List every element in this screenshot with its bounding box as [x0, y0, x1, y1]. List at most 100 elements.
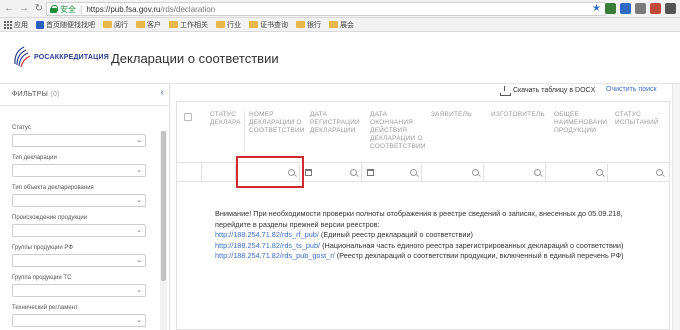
filter-declaration-type-select[interactable]: ⌄ [12, 164, 146, 177]
page-scrollbar[interactable] [672, 84, 680, 330]
menu-icon[interactable] [665, 3, 676, 14]
folder-icon [249, 21, 258, 28]
search-icon [656, 169, 663, 176]
filter-status-select[interactable]: ⌄ [12, 134, 146, 147]
apps-icon [4, 20, 12, 29]
download-icon [500, 86, 511, 96]
chevron-down-icon: ⌄ [136, 197, 142, 204]
back-icon[interactable]: ← [3, 3, 15, 15]
favicon-icon [36, 20, 44, 29]
bookmark-folder[interactable]: 阅行 [103, 20, 128, 30]
filter-product-groups-rf-select[interactable]: ⌄ [12, 254, 146, 267]
address-bar[interactable]: 安全 | https://pub.fsa.gov.ru/rds/declarat… [46, 2, 606, 16]
registry-link-rf[interactable]: http://188.254.71.82/rds_rf_pub/ [215, 230, 319, 239]
extension-icon[interactable] [620, 3, 631, 14]
filter-product-origin-select[interactable]: ⌄ [12, 224, 146, 237]
registry-link-ts[interactable]: http://188.254.71.82/rds_ts_pub/ [215, 241, 320, 250]
chevron-down-icon: ⌄ [136, 227, 142, 234]
site-header: РОСАККРЕДИТАЦИЯ Декларации о соответстви… [0, 32, 680, 84]
registry-link-row: http://188.254.71.82/rds_ts_pub/ (Национ… [215, 240, 624, 250]
url-host: https://pub.fsa.gov.ru [86, 4, 161, 14]
bookmarks-bar: 应用 首页随便找找吧 阅行 客户 工作相关 行业 证书查询 银行 展会 [0, 18, 680, 32]
registry-link-gost[interactable]: http://188.254.71.82/rds_pub_gost_r/ [215, 251, 335, 260]
table-header: СТАТУС ДЕКЛАРА НОМЕР ДЕКЛАРАЦИИ О СООТВЕ… [177, 102, 669, 163]
folder-icon [169, 21, 178, 28]
folder-icon [136, 21, 145, 28]
page-title: Декларации о соответствии [111, 51, 279, 66]
scrollbar-thumb[interactable] [161, 131, 166, 281]
calendar-icon[interactable] [305, 169, 312, 176]
filter-product-origin: Происхождение продукции ⌄ [12, 215, 146, 237]
folder-icon [329, 21, 338, 28]
filters-sidebar: ФИЛЬТРЫ (0) ‹ Статус ⌄ Тип декларации ⌄ … [0, 84, 170, 330]
bookmark-folder[interactable]: 展会 [329, 20, 354, 30]
status-search-cell[interactable] [202, 164, 236, 182]
product-name-search-input[interactable] [546, 164, 608, 182]
extension-icons [605, 3, 676, 14]
filter-object-type-select[interactable]: ⌄ [12, 194, 146, 207]
extension-icon[interactable] [605, 3, 616, 14]
extension-icon[interactable] [635, 3, 646, 14]
column-test-status[interactable]: СТАТУС ИСПЫТАНИЙ [615, 111, 665, 127]
bookmark-apps[interactable]: 应用 [4, 20, 28, 30]
manufacturer-search-input[interactable] [484, 164, 546, 182]
select-all-checkbox[interactable] [184, 113, 192, 121]
reload-icon[interactable]: ↻ [33, 3, 45, 15]
chevron-left-icon[interactable]: ‹ [161, 87, 164, 98]
lock-icon [50, 5, 58, 13]
filter-product-groups-rf: Группы продукции РФ ⌄ [12, 245, 146, 267]
column-applicant[interactable]: ЗАЯВИТЕЛЬ [431, 111, 487, 119]
filter-tech-regulation: Технический регламент ⌄ [12, 305, 146, 327]
sidebar-scrollbar[interactable] [160, 131, 167, 330]
bookmark-folder[interactable]: 银行 [296, 20, 321, 30]
column-manufacturer[interactable]: ИЗГОТОВИТЕЛЬ [491, 111, 551, 119]
rosakkreditatsiya-logo[interactable]: РОСАККРЕДИТАЦИЯ [12, 44, 109, 72]
bookmark-folder[interactable]: 工作相关 [169, 20, 208, 30]
extension-icon[interactable] [650, 3, 661, 14]
logo-text: РОСАККРЕДИТАЦИЯ [34, 54, 109, 61]
filter-tech-regulation-select[interactable]: ⌄ [12, 314, 146, 327]
search-icon [410, 169, 417, 176]
bookmark-star-icon[interactable]: ★ [592, 3, 601, 15]
notice-line: перейдите в разделы прежней версии реест… [215, 219, 380, 229]
filter-status: Статус ⌄ [12, 125, 146, 147]
reg-date-search-input[interactable] [300, 164, 362, 182]
column-end-date[interactable]: ДАТА ОКОНЧАНИЯ ДЕЙСТВИЯ ДЕКЛАРАЦИИ О СОО… [370, 111, 426, 151]
bookmark-folder[interactable]: 客户 [136, 20, 161, 30]
browser-toolbar: ← → ↻ 安全 | https://pub.fsa.gov.ru/rds/de… [0, 0, 680, 18]
download-docx-button[interactable]: Скачать таблицу в DOCX [500, 86, 595, 96]
filter-object-type: Тип объекта декларирования ⌄ [12, 185, 146, 207]
applicant-search-input[interactable] [422, 164, 484, 182]
registry-link-row: http://188.254.71.82/rds_pub_gost_r/ (Ре… [215, 251, 624, 260]
filter-declaration-type: Тип декларации ⌄ [12, 155, 146, 177]
bookmark-item[interactable]: 首页随便找找吧 [36, 20, 95, 30]
bookmark-folder[interactable]: 证书查询 [249, 20, 288, 30]
highlight-box [236, 156, 304, 188]
folder-icon [296, 21, 305, 28]
bookmark-folder[interactable]: 行业 [216, 20, 241, 30]
clear-search-link[interactable]: Очистить поиск [606, 86, 657, 93]
chevron-down-icon: ⌄ [136, 137, 142, 144]
divider [0, 105, 169, 106]
column-status[interactable]: СТАТУС ДЕКЛАРА [210, 111, 246, 127]
test-status-search-input[interactable] [608, 164, 669, 182]
search-icon [596, 169, 603, 176]
chevron-down-icon: ⌄ [136, 167, 142, 174]
url-path: /rds/declaration [160, 4, 216, 14]
folder-icon [103, 21, 112, 28]
filters-heading: ФИЛЬТРЫ (0) [12, 91, 60, 98]
folder-icon [216, 21, 225, 28]
forward-icon[interactable]: → [18, 3, 30, 15]
column-number[interactable]: НОМЕР ДЕКЛАРАЦИИ О СООТВЕТСТВИИ [249, 111, 307, 135]
calendar-icon[interactable] [367, 169, 374, 176]
end-date-search-input[interactable] [362, 164, 422, 182]
column-product-name[interactable]: ОБЩЕЕ НАИМЕНОВАНИ ПРОДУКЦИИ [554, 111, 610, 135]
filters-count: (0) [50, 91, 60, 98]
secure-label: 安全 [60, 4, 76, 14]
column-reg-date[interactable]: ДАТА РЕГИСТРАЦИИ ДЕКЛАРАЦИИ [310, 111, 362, 135]
registry-link-row: http://188.254.71.82/rds_rf_pub/ (Единый… [215, 230, 473, 239]
filter-product-group-ts: Группа продукции ТС ⌄ [12, 275, 146, 297]
notice-line: Внимание! При необходимости проверки пол… [215, 209, 623, 218]
filter-product-group-ts-select[interactable]: ⌄ [12, 284, 146, 297]
logo-emblem-icon [14, 46, 31, 68]
